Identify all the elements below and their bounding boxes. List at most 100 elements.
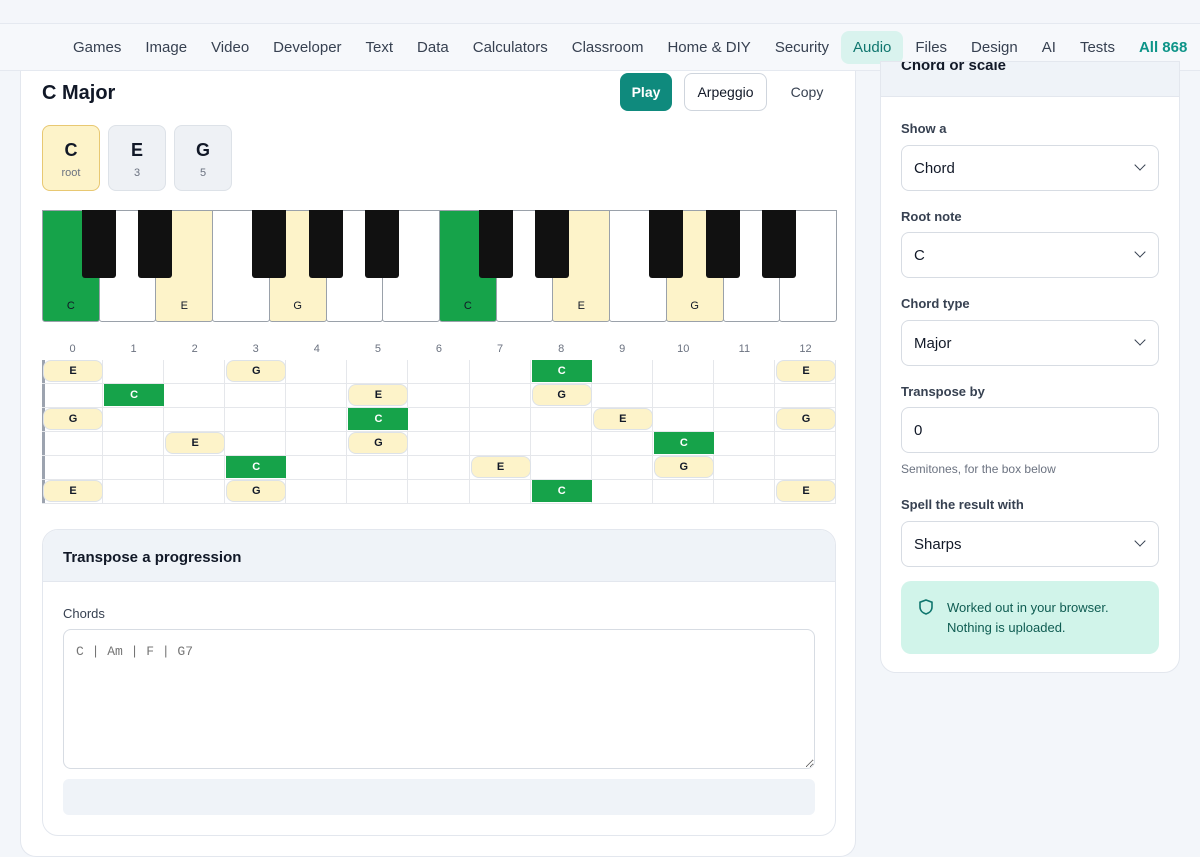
fret-cell[interactable] <box>408 384 470 408</box>
fret-cell[interactable] <box>225 408 287 432</box>
fret-cell[interactable] <box>164 384 226 408</box>
fret-cell[interactable] <box>164 480 226 504</box>
fret-cell[interactable] <box>713 384 775 408</box>
fret-cell[interactable] <box>652 480 714 504</box>
fret-cell[interactable] <box>286 360 348 384</box>
nav-item-tests[interactable]: Tests <box>1068 31 1127 64</box>
fret-note: E <box>43 360 104 382</box>
fret-cell[interactable] <box>713 408 775 432</box>
fret-cell[interactable] <box>408 408 470 432</box>
fret-cell[interactable] <box>42 456 104 480</box>
fret-cell[interactable] <box>713 456 775 480</box>
transpose-input[interactable]: 0 <box>901 407 1159 453</box>
nav-item-files[interactable]: Files <box>903 31 959 64</box>
fret-cell[interactable] <box>652 360 714 384</box>
fret-cell[interactable] <box>347 456 409 480</box>
fret-cell[interactable] <box>225 432 287 456</box>
fret-cell[interactable] <box>469 384 531 408</box>
fret-cell[interactable] <box>347 360 409 384</box>
fret-number: 6 <box>435 343 443 355</box>
fret-cell[interactable] <box>591 480 653 504</box>
fret-cell[interactable] <box>713 360 775 384</box>
fret-cell[interactable] <box>286 480 348 504</box>
piano-black-key[interactable] <box>81 210 116 278</box>
fret-cell[interactable] <box>103 360 165 384</box>
fret-cell[interactable] <box>530 432 592 456</box>
chord-type-select[interactable]: Major <box>901 320 1159 366</box>
fret-note: C <box>104 384 165 406</box>
root-note-label: Root note <box>901 209 962 224</box>
fret-cell[interactable] <box>103 408 165 432</box>
fret-cell[interactable] <box>103 456 165 480</box>
fret-cell[interactable] <box>530 408 592 432</box>
logo-icon <box>30 0 44 4</box>
root-note-select[interactable]: C <box>901 232 1159 278</box>
fret-cell[interactable] <box>774 384 837 408</box>
piano-black-key[interactable] <box>535 210 570 278</box>
fret-cell[interactable] <box>103 432 165 456</box>
nav-item-classroom[interactable]: Classroom <box>560 31 656 64</box>
fret-cell[interactable] <box>774 432 837 456</box>
nav-item-calculators[interactable]: Calculators <box>461 31 560 64</box>
nav-item-all[interactable]: All 868 <box>1127 31 1199 64</box>
nav-item-design[interactable]: Design <box>959 31 1030 64</box>
nav-item-ai[interactable]: AI <box>1030 31 1068 64</box>
fret-number: 9 <box>619 343 626 355</box>
nav-item-video[interactable]: Video <box>199 31 261 64</box>
fret-cell[interactable] <box>286 456 348 480</box>
fret-cell[interactable] <box>408 360 470 384</box>
piano-black-key[interactable] <box>762 210 797 278</box>
settings-title-text: Chord or scale <box>901 62 1007 74</box>
nav-item-home-diy[interactable]: Home & DIY <box>655 31 762 64</box>
piano-black-key[interactable] <box>251 210 286 278</box>
fret-cell[interactable] <box>286 408 348 432</box>
nav-item-audio[interactable]: Audio <box>841 30 904 64</box>
nav-item-developer[interactable]: Developer <box>261 31 353 64</box>
fret-cell[interactable] <box>469 408 531 432</box>
arpeggio-button[interactable]: Arpeggio <box>684 73 767 111</box>
fret-cell[interactable] <box>347 480 409 504</box>
play-button[interactable]: Play <box>620 73 672 111</box>
fret-cell[interactable] <box>652 384 714 408</box>
fret-cell[interactable] <box>713 480 775 504</box>
fret-cell[interactable] <box>164 408 226 432</box>
spell-select[interactable]: Sharps <box>901 521 1159 567</box>
fret-cell[interactable] <box>591 456 653 480</box>
fret-cell[interactable] <box>164 360 226 384</box>
fret-cell[interactable] <box>408 480 470 504</box>
fret-cell[interactable] <box>591 384 653 408</box>
chords-textarea[interactable] <box>63 629 815 769</box>
fret-cell[interactable] <box>103 480 165 504</box>
fret-cell[interactable] <box>530 456 592 480</box>
nav-item-image[interactable]: Image <box>133 31 199 64</box>
fret-cell[interactable] <box>591 432 653 456</box>
fret-cell[interactable] <box>42 432 104 456</box>
nav-item-text[interactable]: Text <box>354 31 406 64</box>
piano-black-key[interactable] <box>138 210 173 278</box>
fret-cell[interactable] <box>591 360 653 384</box>
fret-cell[interactable] <box>164 456 226 480</box>
fret-cell[interactable] <box>42 384 104 408</box>
fret-cell[interactable] <box>469 432 531 456</box>
piano-black-key[interactable] <box>705 210 740 278</box>
fret-cell[interactable] <box>774 456 837 480</box>
nav-item-data[interactable]: Data <box>405 31 461 64</box>
fret-cell[interactable] <box>408 432 470 456</box>
nav-item-security[interactable]: Security <box>763 31 841 64</box>
show-select[interactable]: Chord <box>901 145 1159 191</box>
fret-cell[interactable] <box>713 432 775 456</box>
piano-black-key[interactable] <box>478 210 513 278</box>
piano-black-key[interactable] <box>365 210 400 278</box>
fret-cell[interactable] <box>225 384 287 408</box>
piano-black-key[interactable] <box>648 210 683 278</box>
fret-cell[interactable] <box>652 408 714 432</box>
fret-cell[interactable] <box>286 384 348 408</box>
piano-black-key[interactable] <box>308 210 343 278</box>
settings-panel: Chord or scale Show a Chord Root note C … <box>880 61 1180 673</box>
nav-item-games[interactable]: Games <box>61 31 133 64</box>
fret-cell[interactable] <box>286 432 348 456</box>
fret-cell[interactable] <box>469 360 531 384</box>
fret-cell[interactable] <box>408 456 470 480</box>
fret-cell[interactable] <box>469 480 531 504</box>
copy-button[interactable]: Copy <box>777 73 837 111</box>
